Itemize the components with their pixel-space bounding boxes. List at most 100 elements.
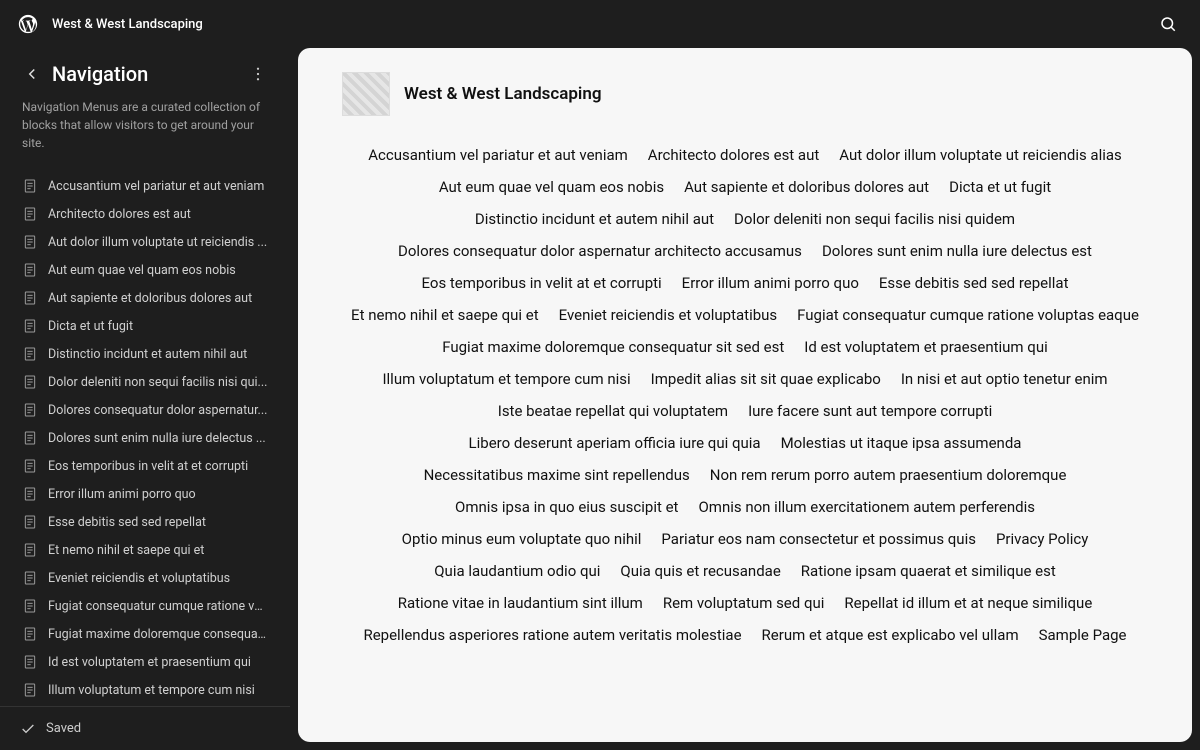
nav-link[interactable]: Illum voluptatum et tempore cum nisi — [382, 370, 630, 388]
more-button[interactable] — [246, 62, 270, 86]
check-icon — [20, 721, 36, 737]
menu-item-label: Dolor deleniti non sequi facilis nisi qu… — [48, 375, 267, 390]
preview-pane: West & West Landscaping Accusantium vel … — [290, 48, 1200, 750]
menu-item[interactable]: Dicta et ut fugit — [8, 312, 282, 340]
nav-link[interactable]: Accusantium vel pariatur et aut veniam — [368, 146, 628, 164]
nav-link[interactable]: Dolores sunt enim nulla iure delectus es… — [822, 242, 1092, 260]
menu-item-label: Distinctio incidunt et autem nihil aut — [48, 347, 247, 362]
nav-link[interactable]: Ratione ipsam quaerat et similique est — [801, 562, 1056, 580]
menu-item[interactable]: Aut sapiente et doloribus dolores aut — [8, 284, 282, 312]
nav-link[interactable]: Esse debitis sed sed repellat — [879, 274, 1069, 292]
nav-link[interactable]: Quia quis et recusandae — [620, 562, 780, 580]
nav-link[interactable]: Distinctio incidunt et autem nihil aut — [475, 210, 714, 228]
page-icon — [22, 486, 38, 502]
menu-item-label: Aut dolor illum voluptate ut reiciendis … — [48, 235, 267, 250]
logo-placeholder[interactable] — [342, 72, 390, 116]
menu-item[interactable]: Illum voluptatum et tempore cum nisi — [8, 676, 282, 704]
page-icon — [22, 178, 38, 194]
nav-link[interactable]: Pariatur eos nam consectetur et possimus… — [661, 530, 976, 548]
search-icon — [1159, 15, 1177, 33]
menu-item[interactable]: Aut eum quae vel quam eos nobis — [8, 256, 282, 284]
page-icon — [22, 514, 38, 530]
nav-link[interactable]: Eveniet reiciendis et voluptatibus — [559, 306, 778, 324]
menu-item-label: Eos temporibus in velit at et corrupti — [48, 459, 248, 474]
nav-link[interactable]: Repellat id illum et at neque similique — [844, 594, 1092, 612]
menu-item-label: Aut sapiente et doloribus dolores aut — [48, 291, 252, 306]
menu-item[interactable]: Fugiat consequatur cumque ratione vo... — [8, 592, 282, 620]
menu-list[interactable]: Accusantium vel pariatur et aut veniamAr… — [0, 166, 290, 706]
nav-link[interactable]: Aut sapiente et doloribus dolores aut — [684, 178, 929, 196]
menu-item[interactable]: Aut dolor illum voluptate ut reiciendis … — [8, 228, 282, 256]
nav-link[interactable]: Repellendus asperiores ratione autem ver… — [363, 626, 741, 644]
nav-link[interactable]: Optio minus eum voluptate quo nihil — [402, 530, 642, 548]
nav-link[interactable]: Molestias ut itaque ipsa assumenda — [781, 434, 1022, 452]
nav-link[interactable]: Non rem rerum porro autem praesentium do… — [710, 466, 1067, 484]
nav-link[interactable]: Fugiat maxime doloremque consequatur sit… — [442, 338, 784, 356]
nav-link[interactable]: Privacy Policy — [996, 530, 1088, 548]
sidebar-description: Navigation Menus are a curated collectio… — [0, 94, 290, 166]
nav-link[interactable]: In nisi et aut optio tenetur enim — [901, 370, 1108, 388]
wordpress-logo-icon[interactable] — [16, 12, 40, 36]
nav-link[interactable]: Rem voluptatum sed qui — [663, 594, 825, 612]
nav-link[interactable]: Et nemo nihil et saepe qui et — [351, 306, 539, 324]
menu-item[interactable]: Accusantium vel pariatur et aut veniam — [8, 172, 282, 200]
menu-item-label: Illum voluptatum et tempore cum nisi — [48, 683, 255, 698]
menu-item[interactable]: Error illum animi porro quo — [8, 480, 282, 508]
page-icon — [22, 598, 38, 614]
page-icon — [22, 458, 38, 474]
nav-link[interactable]: Iure facere sunt aut tempore corrupti — [748, 402, 992, 420]
menu-item[interactable]: Dolor deleniti non sequi facilis nisi qu… — [8, 368, 282, 396]
nav-link[interactable]: Iste beatae repellat qui voluptatem — [498, 402, 728, 420]
page-icon — [22, 318, 38, 334]
page-icon — [22, 402, 38, 418]
menu-item[interactable]: Dolores sunt enim nulla iure delectus ..… — [8, 424, 282, 452]
nav-link[interactable]: Libero deserunt aperiam officia iure qui… — [469, 434, 761, 452]
nav-link[interactable]: Necessitatibus maxime sint repellendus — [424, 466, 690, 484]
nav-link[interactable]: Impedit alias sit sit quae explicabo — [651, 370, 881, 388]
preview-frame[interactable]: West & West Landscaping Accusantium vel … — [298, 48, 1192, 742]
nav-link[interactable]: Fugiat consequatur cumque ratione volupt… — [797, 306, 1139, 324]
menu-item[interactable]: Fugiat maxime doloremque consequat... — [8, 620, 282, 648]
nav-link[interactable]: Dicta et ut fugit — [949, 178, 1051, 196]
menu-item-label: Fugiat consequatur cumque ratione vo... — [48, 599, 268, 614]
menu-item[interactable]: Id est voluptatem et praesentium qui — [8, 648, 282, 676]
page-icon — [22, 542, 38, 558]
nav-link[interactable]: Omnis non illum exercitationem autem per… — [698, 498, 1035, 516]
nav-link[interactable]: Quia laudantium odio qui — [434, 562, 600, 580]
menu-item[interactable]: Dolores consequatur dolor aspernatur... — [8, 396, 282, 424]
kebab-icon — [249, 65, 267, 83]
nav-link[interactable]: Error illum animi porro quo — [682, 274, 859, 292]
page-icon — [22, 206, 38, 222]
preview-site-title[interactable]: West & West Landscaping — [404, 84, 602, 104]
menu-item-label: Et nemo nihil et saepe qui et — [48, 543, 204, 558]
nav-link[interactable]: Architecto dolores est aut — [648, 146, 819, 164]
menu-item[interactable]: Eos temporibus in velit at et corrupti — [8, 452, 282, 480]
back-button[interactable] — [20, 62, 44, 86]
search-button[interactable] — [1152, 8, 1184, 40]
nav-link[interactable]: Rerum et atque est explicabo vel ullam — [762, 626, 1019, 644]
nav-link[interactable]: Sample Page — [1039, 626, 1127, 644]
menu-item[interactable]: Architecto dolores est aut — [8, 200, 282, 228]
nav-link[interactable]: Aut dolor illum voluptate ut reiciendis … — [839, 146, 1122, 164]
top-bar: West & West Landscaping — [0, 0, 1200, 48]
nav-link[interactable]: Dolores consequatur dolor aspernatur arc… — [398, 242, 802, 260]
menu-item[interactable]: Eveniet reiciendis et voluptatibus — [8, 564, 282, 592]
menu-item-label: Id est voluptatem et praesentium qui — [48, 655, 251, 670]
main-layout: Navigation Navigation Menus are a curate… — [0, 48, 1200, 750]
nav-link[interactable]: Ratione vitae in laudantium sint illum — [398, 594, 643, 612]
nav-link[interactable]: Eos temporibus in velit at et corrupti — [422, 274, 662, 292]
nav-link[interactable]: Aut eum quae vel quam eos nobis — [439, 178, 664, 196]
menu-item-label: Dicta et ut fugit — [48, 319, 133, 334]
nav-link[interactable]: Id est voluptatem et praesentium qui — [804, 338, 1047, 356]
menu-item[interactable]: Et nemo nihil et saepe qui et — [8, 536, 282, 564]
nav-link[interactable]: Dolor deleniti non sequi facilis nisi qu… — [734, 210, 1015, 228]
page-icon — [22, 374, 38, 390]
menu-item-label: Dolores consequatur dolor aspernatur... — [48, 403, 267, 418]
nav-link[interactable]: Omnis ipsa in quo eius suscipit et — [455, 498, 678, 516]
page-icon — [22, 570, 38, 586]
site-name[interactable]: West & West Landscaping — [52, 17, 1152, 32]
menu-item[interactable]: Esse debitis sed sed repellat — [8, 508, 282, 536]
page-icon — [22, 234, 38, 250]
menu-item[interactable]: Distinctio incidunt et autem nihil aut — [8, 340, 282, 368]
page-icon — [22, 626, 38, 642]
